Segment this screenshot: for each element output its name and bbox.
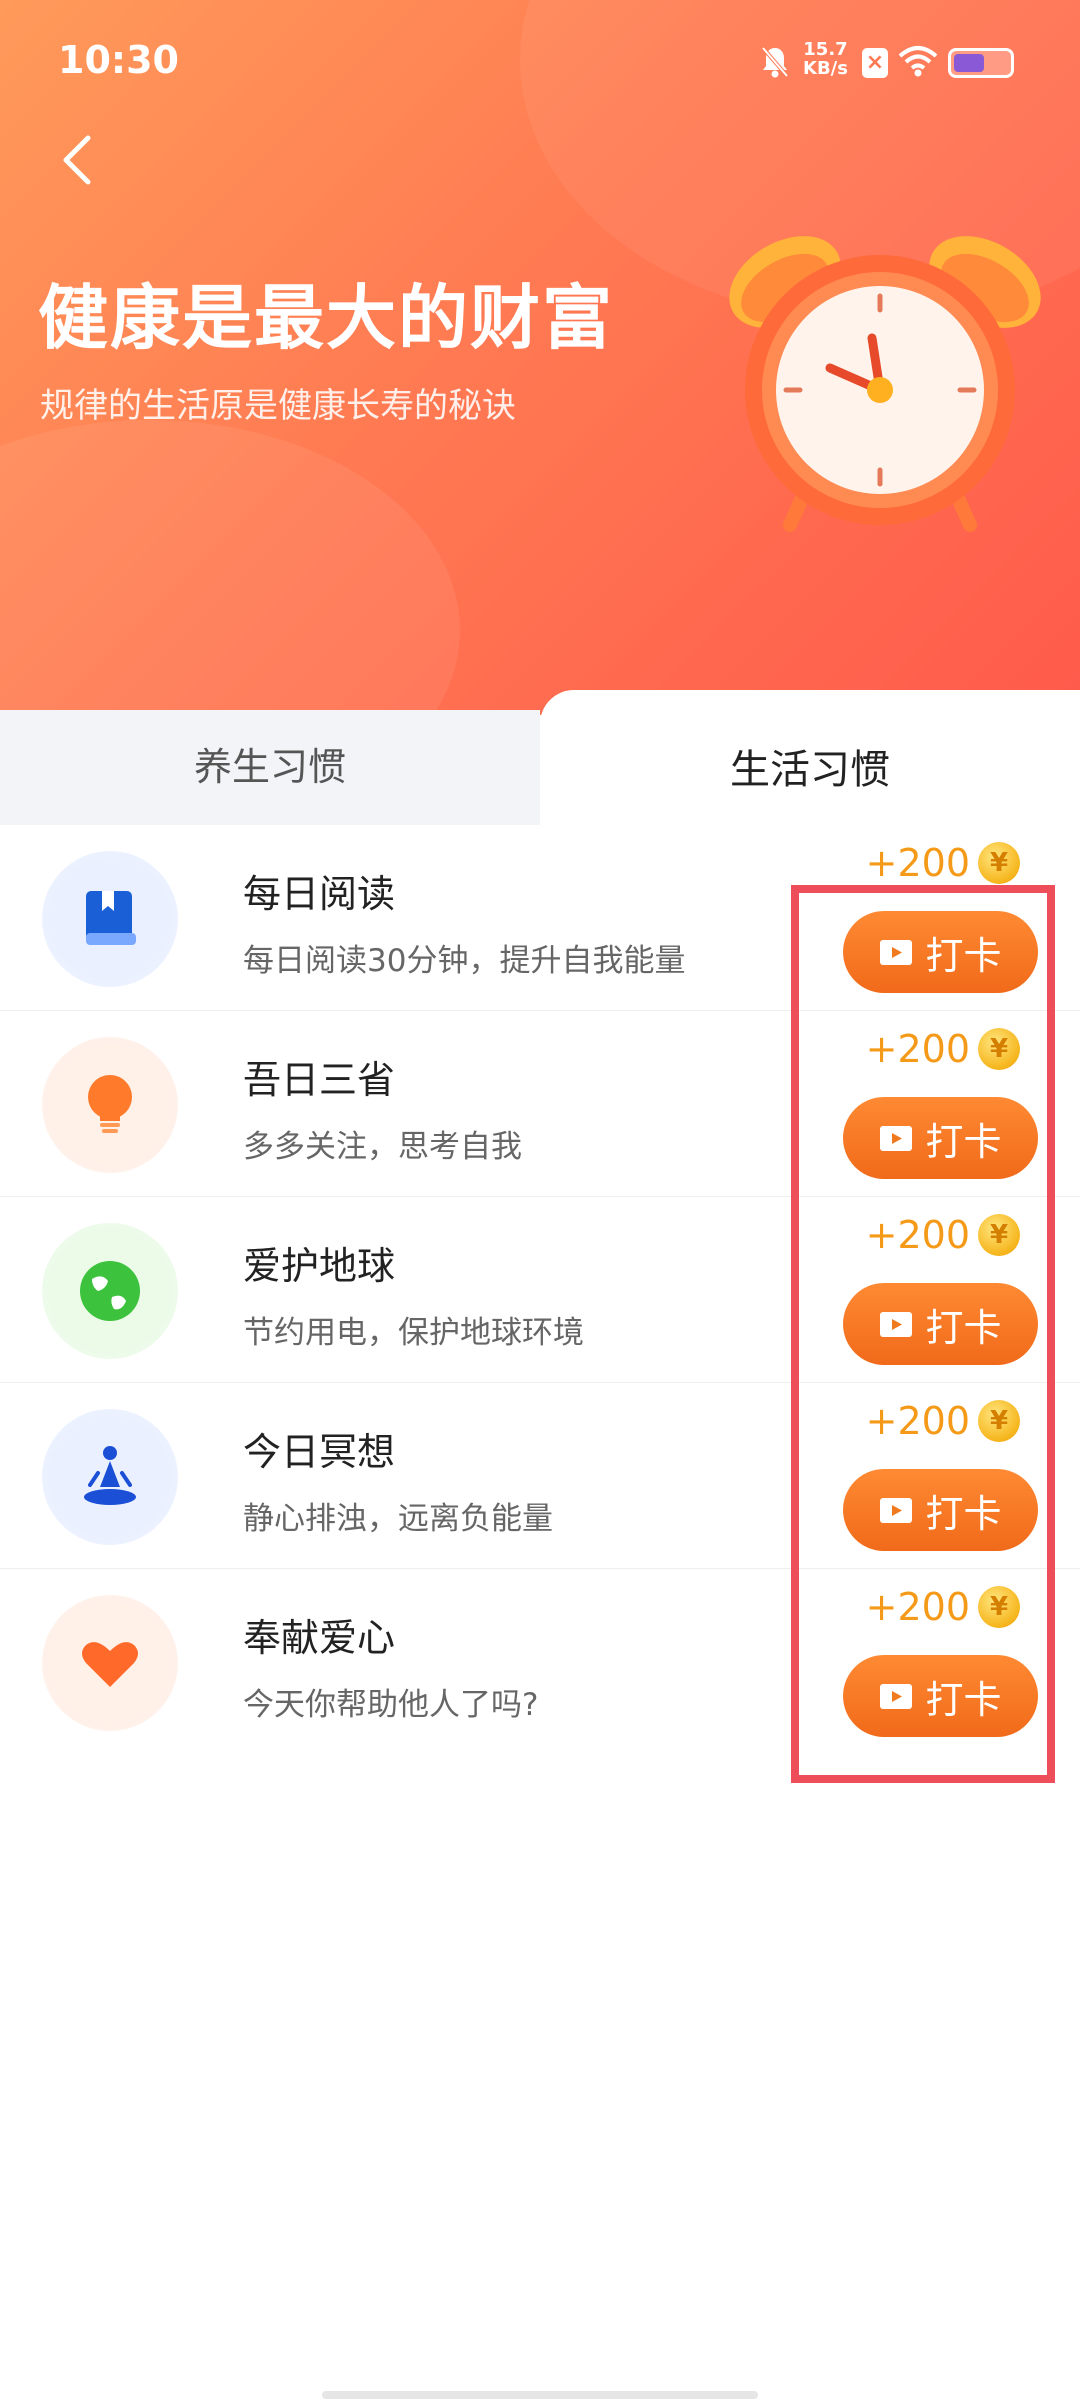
lightbulb-icon: [88, 1075, 132, 1133]
heart-icon: [82, 1642, 138, 1687]
item-name: 奉献爱心: [243, 1616, 396, 1660]
reward-amount: +200 ¥: [866, 1399, 1020, 1443]
item-icon-circle: [42, 851, 178, 987]
check-in-label: 打卡: [925, 1305, 1002, 1350]
item-description: 节约用电，保护地球环境: [243, 1315, 584, 1351]
item-description: 多多关注，思考自我: [243, 1129, 522, 1165]
item-icon-circle: [42, 1595, 178, 1731]
list-item: 奉献爱心 今天你帮助他人了吗? +200 ¥ 打卡: [0, 1569, 1080, 1754]
page-title: 健康是最大的财富: [38, 277, 614, 359]
video-play-icon: [880, 1684, 913, 1709]
item-icon-circle: [42, 1223, 178, 1359]
check-in-button[interactable]: 打卡: [843, 1283, 1038, 1365]
decor-blob: [0, 420, 460, 715]
coin-icon: ¥: [978, 1586, 1020, 1628]
reward-text: +200: [865, 1585, 970, 1629]
battery-icon: [948, 48, 1014, 78]
item-name: 今日冥想: [243, 1430, 396, 1474]
reward-amount: +200 ¥: [866, 841, 1020, 885]
video-play-icon: [880, 940, 913, 965]
tab-health-habits[interactable]: 养生习惯: [0, 710, 540, 825]
reward-amount: +200 ¥: [866, 1213, 1020, 1257]
habit-list: 每日阅读 每日阅读30分钟，提升自我能量 +200 ¥ 打卡 吾日三省 多多关注…: [0, 825, 1080, 1754]
check-in-button[interactable]: 打卡: [843, 1655, 1038, 1737]
item-name: 每日阅读: [243, 872, 396, 916]
tab-bar: 养生习惯 生活习惯: [0, 690, 1080, 825]
list-item: 吾日三省 多多关注，思考自我 +200 ¥ 打卡: [0, 1011, 1080, 1197]
item-description: 静心排浊，远离负能量: [243, 1501, 553, 1537]
wifi-icon: [898, 46, 938, 77]
list-item: 今日冥想 静心排浊，远离负能量 +200 ¥ 打卡: [0, 1383, 1080, 1569]
check-in-label: 打卡: [925, 1491, 1002, 1536]
mute-bell-icon: [761, 46, 789, 78]
item-icon-circle: [42, 1409, 178, 1545]
coin-icon: ¥: [978, 1400, 1020, 1442]
video-play-icon: [880, 1126, 913, 1151]
list-item: 每日阅读 每日阅读30分钟，提升自我能量 +200 ¥ 打卡: [0, 825, 1080, 1011]
reward-text: +200: [865, 1399, 970, 1443]
network-speed: 15.7 KB/s: [803, 40, 848, 78]
check-in-button[interactable]: 打卡: [843, 911, 1038, 993]
video-play-icon: [880, 1312, 913, 1337]
reward-amount: +200 ¥: [866, 1027, 1020, 1071]
video-play-icon: [880, 1498, 913, 1523]
no-sim-icon: ×: [862, 48, 888, 78]
check-in-button[interactable]: 打卡: [843, 1097, 1038, 1179]
battery-level: [954, 54, 984, 72]
back-arrow-icon[interactable]: [50, 130, 110, 190]
status-bar: 10:30 15.7 KB/s ×: [0, 0, 1080, 120]
item-description: 今天你帮助他人了吗?: [243, 1687, 539, 1723]
reward-text: +200: [865, 1213, 970, 1257]
coin-icon: ¥: [978, 1214, 1020, 1256]
reward-text: +200: [865, 1027, 970, 1071]
alarm-clock-illustration: [729, 236, 1041, 532]
meditation-icon: [84, 1446, 136, 1505]
check-in-label: 打卡: [925, 1677, 1002, 1722]
network-speed-value: 15.7: [803, 39, 848, 60]
tab-life-habits[interactable]: 生活习惯: [540, 690, 1080, 825]
check-in-button[interactable]: 打卡: [843, 1469, 1038, 1551]
network-speed-unit: KB/s: [803, 58, 848, 79]
coin-icon: ¥: [978, 1028, 1020, 1070]
item-name: 吾日三省: [243, 1058, 396, 1102]
reward-text: +200: [865, 841, 970, 885]
page-subtitle: 规律的生活原是健康长寿的秘诀: [40, 386, 516, 426]
item-name: 爱护地球: [243, 1244, 396, 1288]
reward-amount: +200 ¥: [866, 1585, 1020, 1629]
coin-icon: ¥: [978, 842, 1020, 884]
status-time: 10:30: [58, 38, 179, 82]
globe-icon: [80, 1261, 140, 1321]
book-icon: [86, 891, 136, 945]
check-in-label: 打卡: [925, 1119, 1002, 1164]
check-in-label: 打卡: [925, 933, 1002, 978]
header-banner: 10:30 15.7 KB/s × 健康是最大的财富 规律的生活原是健康长寿的秘…: [0, 0, 1080, 715]
list-item: 爱护地球 节约用电，保护地球环境 +200 ¥ 打卡: [0, 1197, 1080, 1383]
item-description: 每日阅读30分钟，提升自我能量: [243, 943, 686, 979]
item-icon-circle: [42, 1037, 178, 1173]
home-indicator[interactable]: [322, 2391, 758, 2399]
